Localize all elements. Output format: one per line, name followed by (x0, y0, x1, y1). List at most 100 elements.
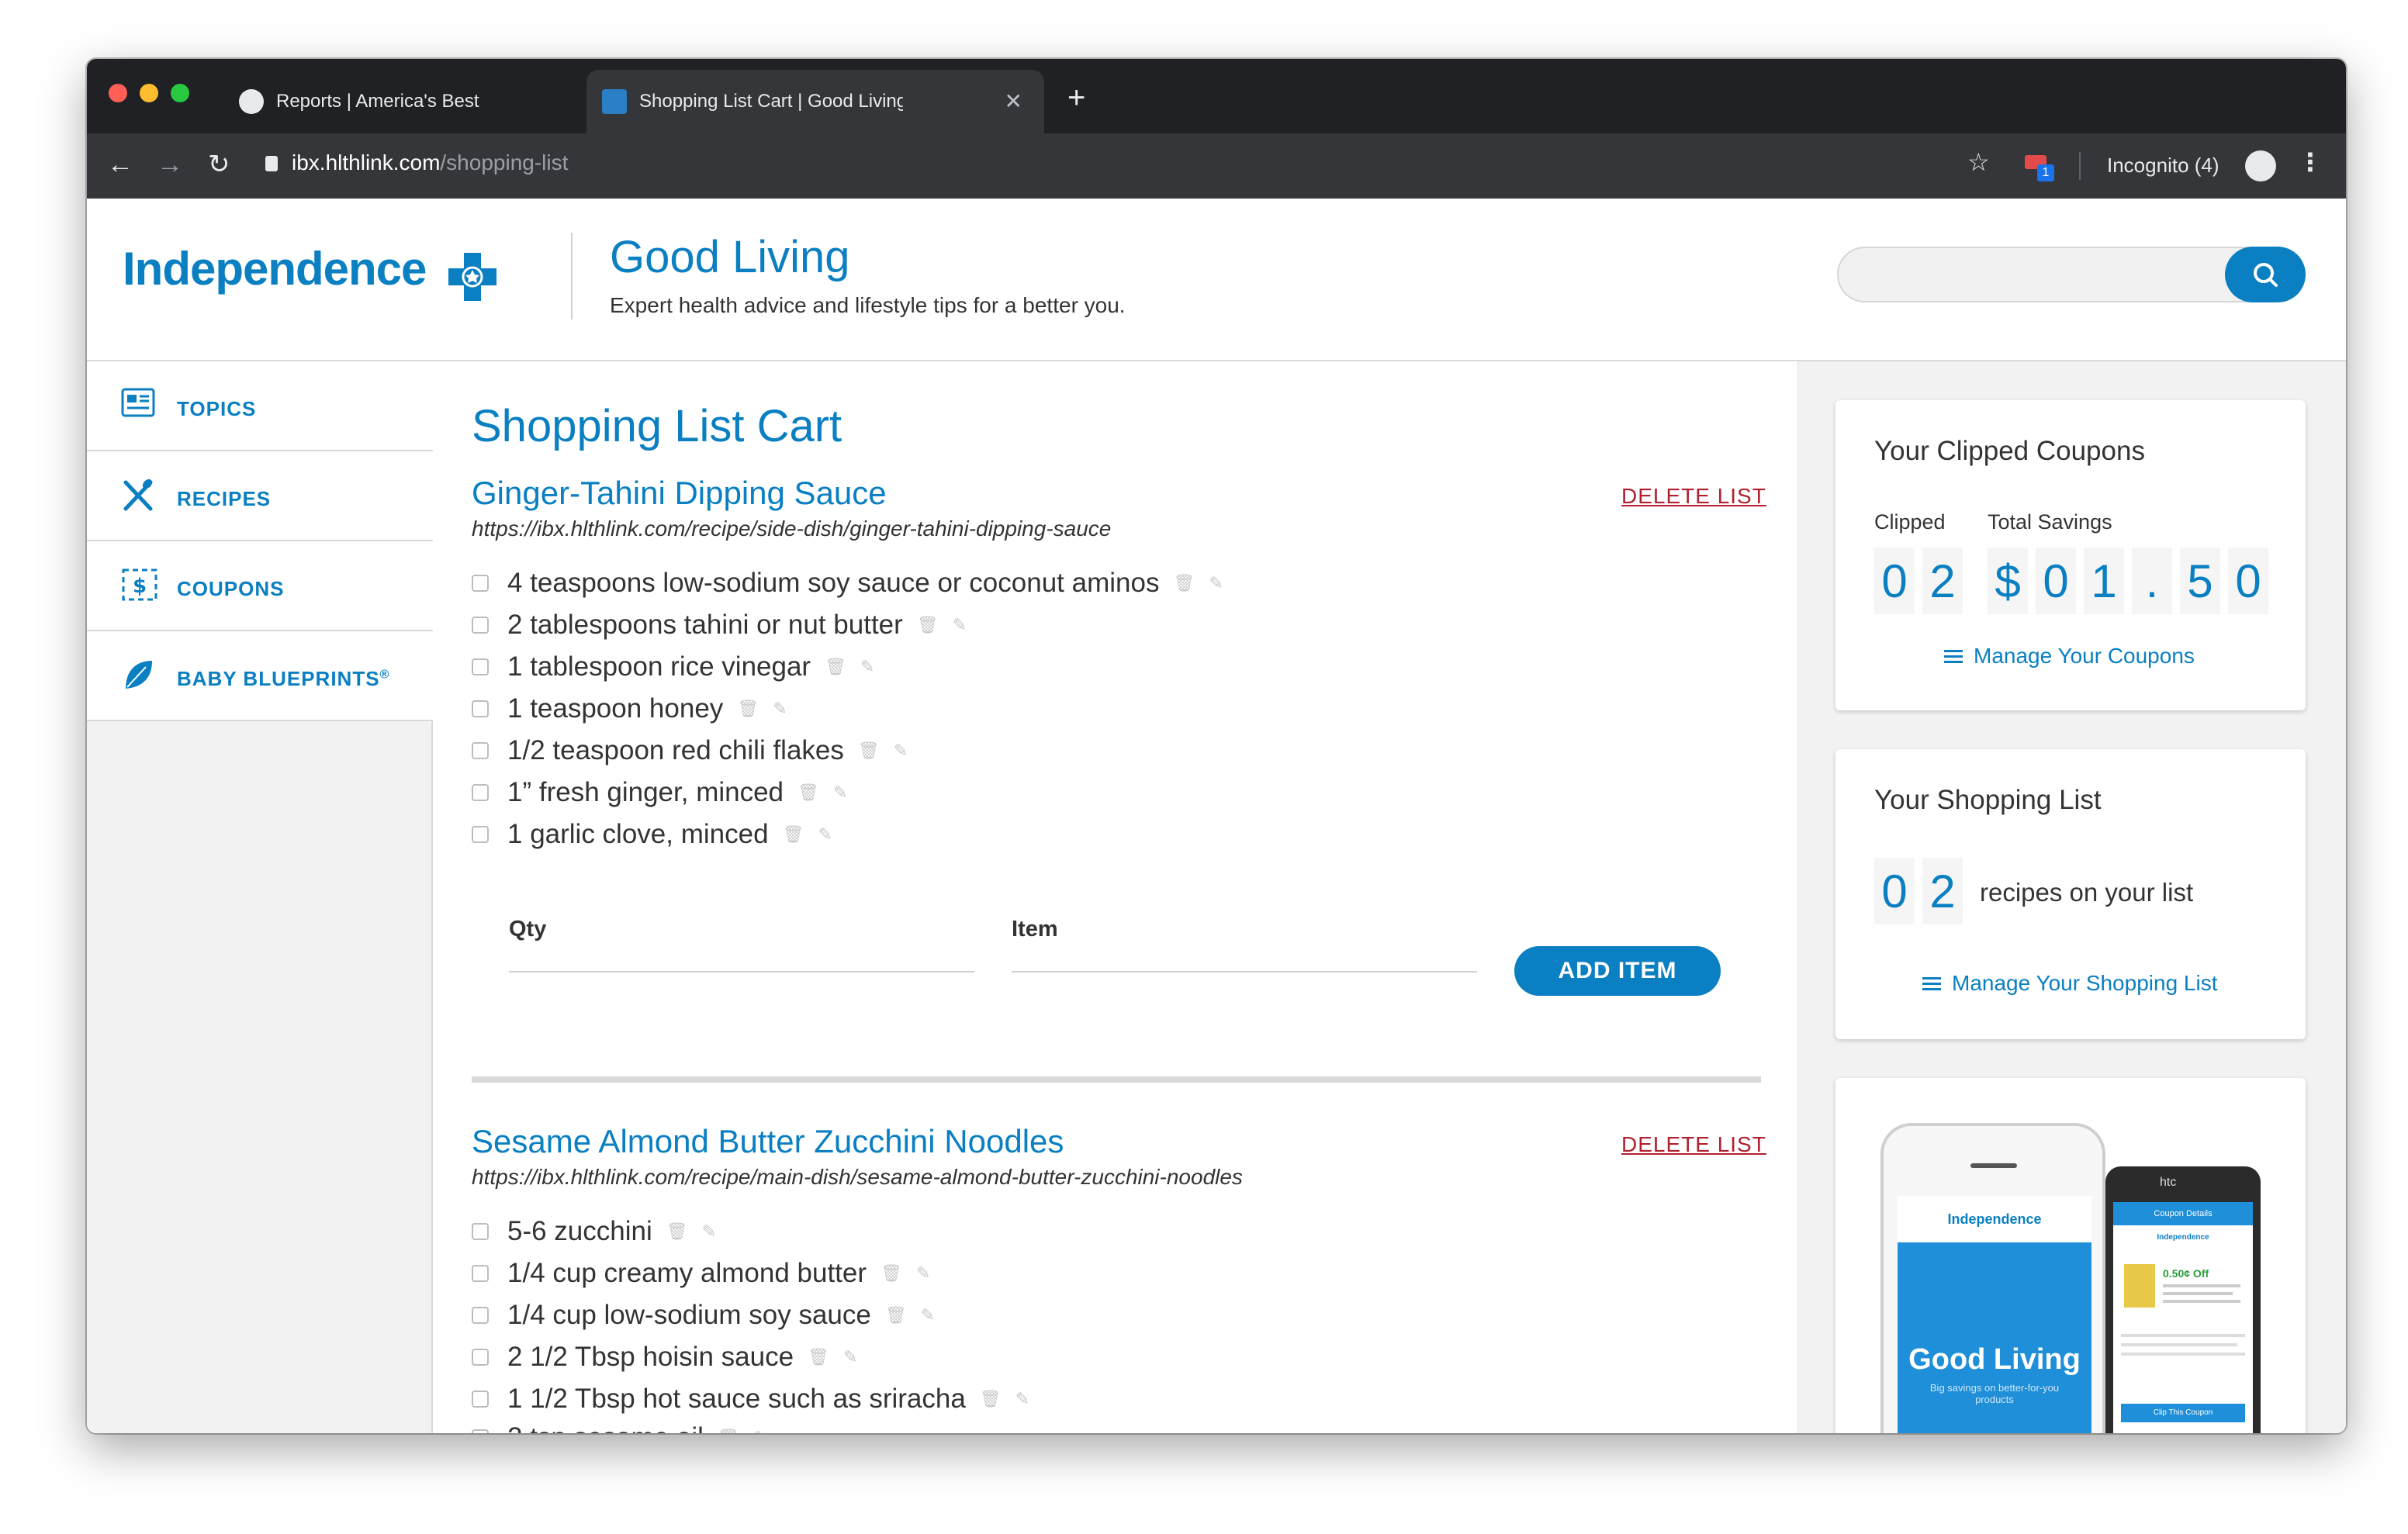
list-item: 2 tablespoons tahini or nut butter 🗑 ✎ (472, 610, 967, 641)
site-title[interactable]: Good Living (610, 231, 850, 283)
phone2-logo: Independence (2157, 1233, 2209, 1242)
sidebar-item-topics[interactable]: TOPICS (87, 361, 433, 451)
extension-icon[interactable]: 1 (2025, 147, 2054, 181)
pencil-icon[interactable]: ✎ (843, 1347, 857, 1367)
pencil-icon[interactable]: ✎ (1015, 1389, 1029, 1409)
address-bar[interactable]: ibx.hlthlink.com/shopping-list (265, 150, 568, 175)
sidebar-item-baby-blueprints[interactable]: BABY BLUEPRINTS® (87, 631, 433, 721)
trash-icon[interactable]: 🗑 (666, 1221, 688, 1242)
ingredient-text: 2 tablespoons tahini or nut butter (507, 610, 903, 640)
pencil-icon[interactable]: ✎ (833, 783, 847, 803)
clipped-digit: 2 (1922, 548, 1963, 614)
add-item-button[interactable]: ADD ITEM (1514, 946, 1721, 996)
recipe-title[interactable]: Sesame Almond Butter Zucchini Noodles (472, 1123, 1064, 1160)
pencil-icon[interactable]: ✎ (860, 657, 874, 677)
delete-list-link[interactable]: DELETE LIST (1621, 1132, 1766, 1157)
recipe-count-digit: 2 (1922, 858, 1963, 924)
minimize-window-button[interactable] (140, 84, 158, 102)
search-button[interactable] (2225, 247, 2306, 302)
savings-digit: 5 (2180, 548, 2220, 614)
logo[interactable]: Independence (123, 242, 427, 295)
delete-list-link[interactable]: DELETE LIST (1621, 484, 1766, 509)
trash-icon[interactable]: 🗑 (808, 1347, 829, 1367)
back-icon[interactable]: ← (107, 149, 133, 180)
recipe-title[interactable]: Ginger-Tahini Dipping Sauce (472, 475, 887, 512)
url-domain: ibx.hlthlink.com (292, 150, 441, 174)
close-window-button[interactable] (109, 84, 127, 102)
ingredient-checkbox[interactable] (472, 1429, 489, 1433)
manage-shopping-list-link[interactable]: Manage Your Shopping List (1922, 971, 2218, 996)
page-title: Shopping List Cart (472, 401, 842, 451)
manage-coupons-link[interactable]: Manage Your Coupons (1944, 644, 2195, 669)
ingredient-checkbox[interactable] (472, 700, 489, 717)
phone2-header: Coupon Details (2113, 1202, 2253, 1225)
pencil-icon[interactable]: ✎ (818, 824, 832, 845)
pencil-icon[interactable]: ✎ (916, 1263, 930, 1284)
pencil-icon[interactable]: ✎ (773, 699, 787, 719)
item-input[interactable] (1012, 971, 1477, 973)
ingredient-checkbox[interactable] (472, 1391, 489, 1408)
header-divider (571, 233, 573, 320)
new-tab-button[interactable]: + (1067, 82, 1085, 113)
ingredient-checkbox[interactable] (472, 575, 489, 592)
trash-icon[interactable]: 🗑 (797, 783, 819, 803)
ingredient-checkbox[interactable] (472, 1349, 489, 1366)
app-promo-card[interactable]: Independence Good Living Big savings on … (1835, 1078, 2306, 1433)
phone-title: Good Living (1908, 1343, 2081, 1376)
total-savings-label: Total Savings (1988, 510, 2112, 534)
trash-icon[interactable]: 🗑 (885, 1305, 907, 1325)
ingredient-checkbox[interactable] (472, 826, 489, 843)
trash-icon[interactable]: 🗑 (1173, 573, 1195, 593)
bookmark-star-icon[interactable]: ☆ (1967, 147, 1990, 177)
trash-icon[interactable]: 🗑 (825, 657, 846, 677)
ingredient-checkbox[interactable] (472, 1265, 489, 1282)
main-content: Shopping List Cart Ginger-Tahini Dipping… (433, 361, 1797, 1433)
ingredient-text: 1 teaspoon honey (507, 693, 724, 724)
site-tagline: Expert health advice and lifestyle tips … (610, 293, 1126, 317)
right-rail: Your Clipped Coupons Clipped Total Savin… (1797, 361, 2346, 1433)
trash-icon[interactable]: 🗑 (917, 615, 939, 635)
trash-icon[interactable]: 🗑 (881, 1263, 902, 1284)
pencil-icon[interactable]: ✎ (894, 741, 908, 761)
ingredient-checkbox[interactable] (472, 784, 489, 801)
ingredient-checkbox[interactable] (472, 658, 489, 675)
menu-icon[interactable]: ⋮ (2298, 147, 2323, 177)
card-title: Your Clipped Coupons (1874, 436, 2145, 466)
sidebar-item-label: TOPICS (177, 397, 257, 420)
pencil-icon[interactable]: ✎ (921, 1305, 935, 1325)
forward-icon[interactable]: → (157, 149, 183, 180)
qty-input[interactable] (509, 971, 974, 973)
sidebar-item-recipes[interactable]: RECIPES (87, 451, 433, 541)
ingredient-text: 1/4 cup low-sodium soy sauce (507, 1300, 871, 1330)
pencil-icon[interactable]: ✎ (753, 1428, 767, 1433)
pencil-icon[interactable]: ✎ (1209, 573, 1223, 593)
ingredient-text: 1/2 teaspoon red chili flakes (507, 735, 844, 765)
incognito-icon[interactable] (2245, 150, 2276, 181)
list-item: 1” fresh ginger, minced 🗑 ✎ (472, 777, 847, 808)
trash-icon[interactable]: 🗑 (718, 1428, 739, 1433)
sidebar-item-coupons[interactable]: $ COUPONS (87, 541, 433, 631)
ingredient-checkbox[interactable] (472, 742, 489, 759)
trash-icon[interactable]: 🗑 (783, 824, 804, 845)
phone-screen: Independence Good Living Big savings on … (1898, 1196, 2091, 1433)
maximize-window-button[interactable] (171, 84, 189, 102)
page-content: Independence Good Living Expert health a… (87, 199, 2346, 1433)
pencil-icon[interactable]: ✎ (953, 615, 967, 635)
browser-toolbar: ← → ↻ ibx.hlthlink.com/shopping-list ☆ 1… (87, 133, 2346, 199)
toolbar-divider (2079, 152, 2081, 180)
tab-shopping-list[interactable]: Shopping List Cart | Good Living ✕ (586, 70, 1044, 133)
trash-icon[interactable]: 🗑 (737, 699, 759, 719)
trash-icon[interactable]: 🗑 (980, 1389, 1002, 1409)
ingredient-checkbox[interactable] (472, 1223, 489, 1240)
incognito-label[interactable]: Incognito (4) (2107, 154, 2219, 178)
pencil-icon[interactable]: ✎ (702, 1221, 716, 1242)
close-icon[interactable]: ✕ (1005, 88, 1022, 114)
ingredient-text: 1 tablespoon rice vinegar (507, 651, 811, 682)
ingredient-checkbox[interactable] (472, 617, 489, 634)
ingredient-text: 1 1/2 Tbsp hot sauce such as sriracha (507, 1384, 966, 1414)
trash-icon[interactable]: 🗑 (858, 741, 880, 761)
shopping-list-card: Your Shopping List 0 2 recipes on your l… (1835, 749, 2306, 1039)
reload-icon[interactable]: ↻ (208, 149, 230, 180)
phone2-screen: Coupon Details Independence 0.50¢ Off Cl… (2113, 1202, 2253, 1433)
ingredient-checkbox[interactable] (472, 1307, 489, 1324)
